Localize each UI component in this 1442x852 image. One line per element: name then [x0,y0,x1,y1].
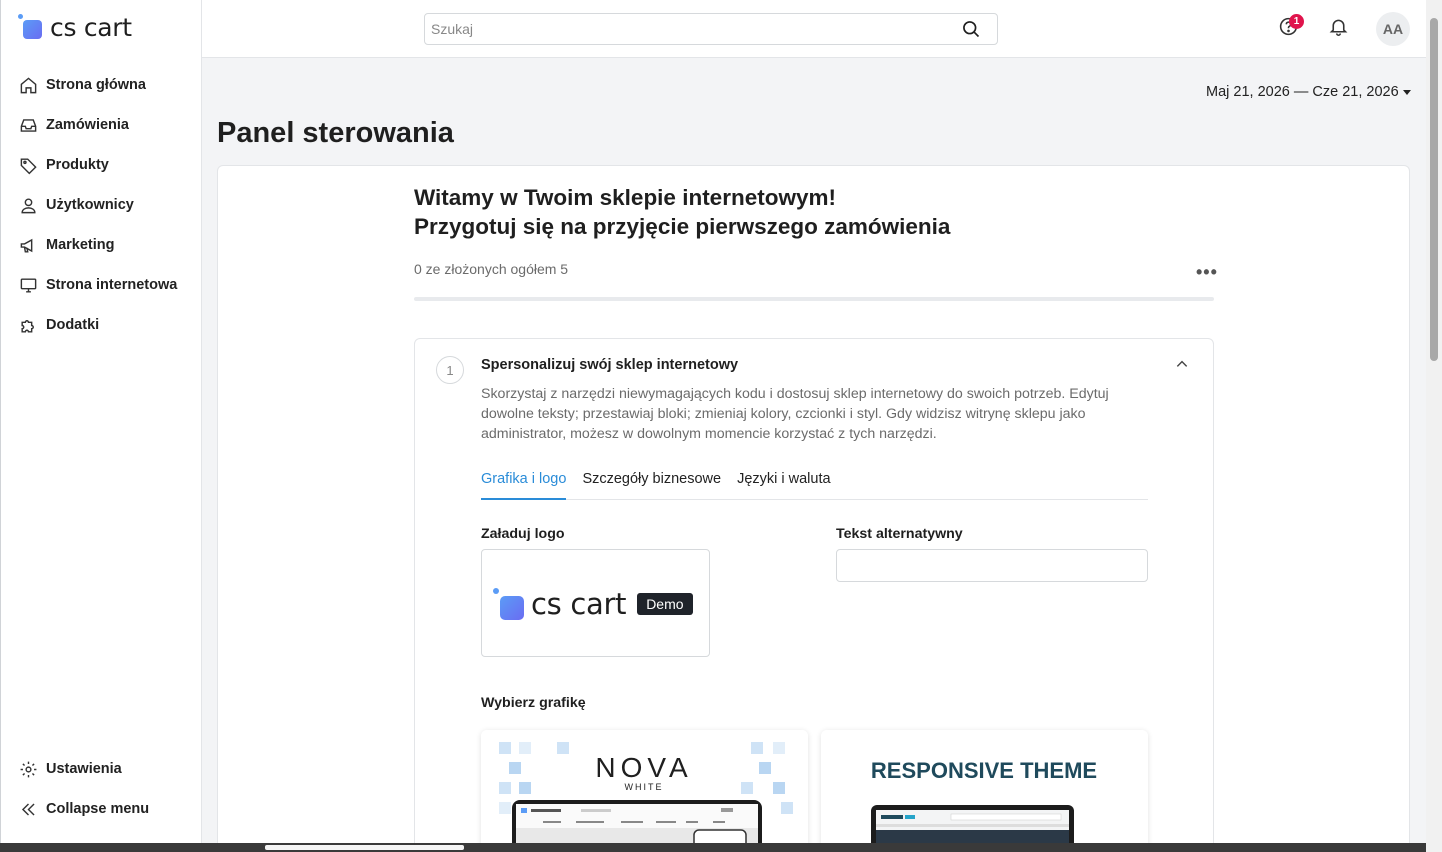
avatar[interactable]: AA [1376,12,1410,46]
theme-card-nova[interactable]: NOVA WHITE [481,730,808,852]
sidebar-item-label: Użytkownicy [46,197,134,213]
sidebar-item-label: Produkty [46,157,109,173]
nova-title: NOVA [595,752,692,783]
onboarding-card: Witamy w Twoim sklepie internetowym! Prz… [217,165,1410,852]
scrollbar-thumb[interactable] [1430,18,1438,361]
tag-icon [18,155,38,175]
puzzle-icon [18,315,38,335]
alt-text-label: Tekst alternatywny [836,526,963,542]
welcome-line-2: Przygotuj się na przyjęcie pierwszego za… [414,214,951,239]
bell-icon [1328,16,1349,42]
date-range-text: Maj 21, 2026 — Cze 21, 2026 [1206,84,1399,100]
logo-mark-icon [493,588,525,620]
sidebar-item-label: Dodatki [46,317,100,333]
search-box [424,13,998,45]
welcome-line-1: Witamy w Twoim sklepie internetowym! [414,185,836,210]
theme-card-responsive[interactable]: RESPONSIVE THEME [821,730,1148,852]
logo-text: cs cart [50,12,132,42]
sidebar-bottom-nav: Ustawienia Collapse menu [1,749,202,829]
search-icon[interactable] [961,19,981,44]
gear-icon [18,759,38,779]
step-description: Skorzystaj z narzędzi niewymagających ko… [481,386,1109,442]
step-title: Spersonalizuj swój sklep internetowy [481,357,739,373]
theme-preview-nova: NOVA WHITE [481,730,808,852]
sidebar-item-website[interactable]: Strona internetowa [1,265,202,305]
horizontal-scrollbar[interactable] [0,843,1426,852]
search-input[interactable] [425,14,945,44]
app-logo[interactable]: cs cart [18,12,132,42]
tab-languages-currency[interactable]: Języki i waluta [737,467,830,500]
sidebar-item-label: Strona internetowa [46,277,178,293]
sidebar-nav: Strona główna Zamówienia Produkty Użytko… [1,65,202,345]
sidebar-item-label: Zamówienia [46,117,129,133]
step-tabs: Grafika i logo Szczegóły biznesowe Język… [481,467,1148,500]
tab-graphics-logo[interactable]: Grafika i logo [481,467,567,500]
page-title: Panel sterowania [217,117,454,149]
more-options-button[interactable]: ••• [1196,262,1218,283]
home-icon [18,75,38,95]
caret-down-icon [1402,89,1411,95]
inbox-icon [18,115,38,135]
sidebar-item-label: Collapse menu [46,801,150,817]
progress-bar [414,297,1214,301]
user-icon [18,195,38,215]
megaphone-icon [18,235,38,255]
tab-business-details[interactable]: Szczegóły biznesowe [582,467,721,500]
step-number: 1 [436,356,464,384]
progress-text: 0 ze złożonych ogółem 5 [414,261,569,277]
choose-theme-label: Wybierz grafikę [481,695,586,711]
double-chevron-left-icon [18,799,38,819]
logo-mark-icon [18,14,44,40]
sidebar-item-products[interactable]: Produkty [1,145,202,185]
logo-preview: cs cart Demo [493,587,693,621]
welcome-heading: Witamy w Twoim sklepie internetowym! Prz… [414,183,1214,241]
alt-text-field-wrap [836,549,1148,582]
notification-badge: 1 [1289,14,1304,29]
sidebar: cs cart Strona główna Zamówienia Produkt… [0,0,202,852]
top-bar: 1 AA [202,0,1426,58]
alt-text-field[interactable] [837,550,1147,581]
vertical-scrollbar[interactable] [1426,0,1442,852]
demo-tag: Demo [637,593,693,615]
sidebar-item-home[interactable]: Strona główna [1,65,202,105]
nova-subtitle: WHITE [625,782,664,792]
sidebar-item-addons[interactable]: Dodatki [1,305,202,345]
monitor-icon [18,275,38,295]
upload-logo-label: Załaduj logo [481,526,565,542]
welcome-block: Witamy w Twoim sklepie internetowym! Prz… [414,183,1214,277]
scrollbar-thumb[interactable] [265,845,464,850]
step-personalize: 1 Spersonalizuj swój sklep internetowy S… [414,338,1214,852]
sidebar-item-label: Strona główna [46,77,146,93]
sidebar-item-marketing[interactable]: Marketing [1,225,202,265]
sidebar-item-settings[interactable]: Ustawienia [1,749,202,789]
help-button[interactable]: 1 [1273,14,1304,44]
sidebar-item-label: Ustawienia [46,761,122,777]
notifications-button[interactable] [1323,14,1353,44]
date-range-picker[interactable]: Maj 21, 2026 — Cze 21, 2026 [1206,84,1411,100]
logo-upload-box[interactable]: cs cart Demo [481,549,710,657]
theme-preview-responsive: RESPONSIVE THEME [821,730,1148,852]
sidebar-item-orders[interactable]: Zamówienia [1,105,202,145]
logo-preview-text: cs cart [531,587,627,621]
responsive-title: RESPONSIVE THEME [871,758,1097,783]
chevron-up-icon[interactable] [1175,357,1189,376]
sidebar-item-label: Marketing [46,237,115,253]
collapse-menu-button[interactable]: Collapse menu [1,789,202,829]
sidebar-item-users[interactable]: Użytkownicy [1,185,202,225]
